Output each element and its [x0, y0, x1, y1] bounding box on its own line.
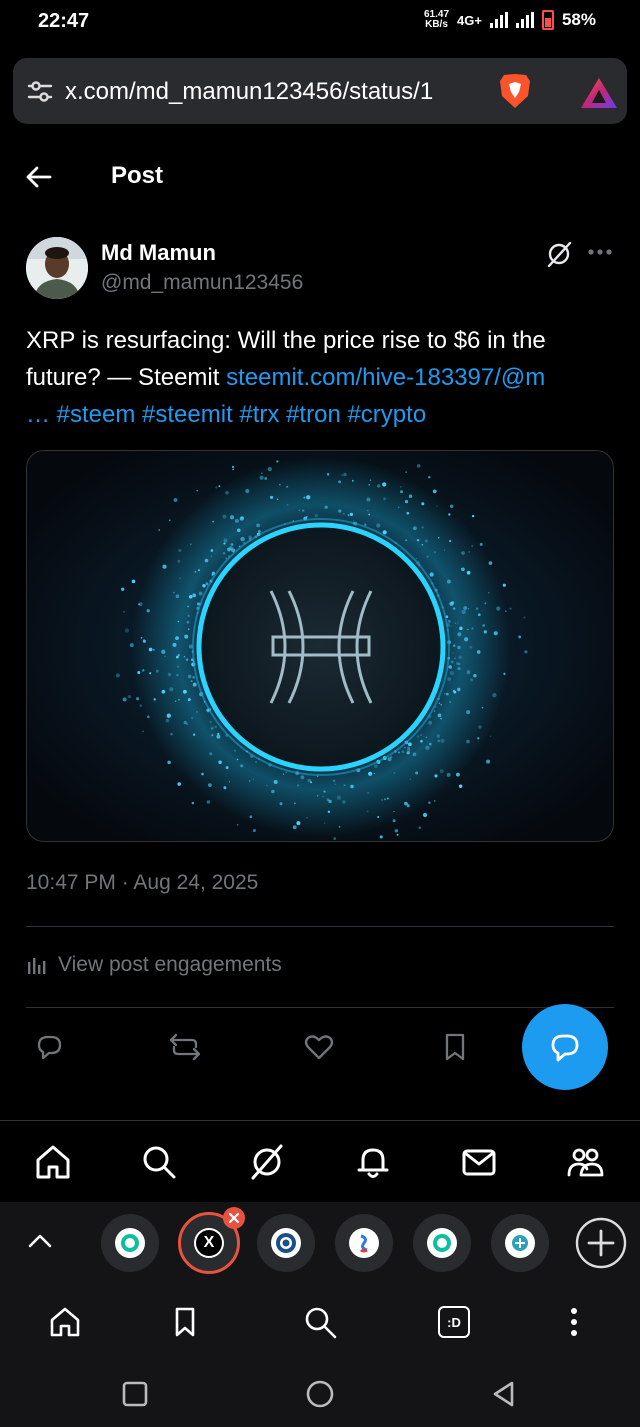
brave-rewards-icon[interactable] [579, 76, 619, 110]
grok-icon [251, 1144, 283, 1180]
nav-grok[interactable] [246, 1141, 288, 1183]
network-speed: 61.47 KB/s [424, 9, 450, 30]
browser-bottom-bar: :D [0, 1284, 640, 1360]
home-icon [36, 1145, 70, 1179]
compose-icon [551, 1034, 579, 1062]
analytics-icon [28, 958, 46, 974]
browser-menu-button[interactable] [554, 1302, 594, 1342]
mail-icon [462, 1149, 496, 1176]
hive-logo-image [27, 451, 613, 841]
compose-reply-button[interactable] [522, 1004, 608, 1090]
like-button[interactable] [297, 1025, 341, 1069]
post-hashtags[interactable]: … #steem #steemit #trx #tron #crypto [26, 401, 426, 428]
home-button[interactable] [304, 1378, 336, 1410]
browser-home-button[interactable] [45, 1302, 85, 1342]
nav-notifications[interactable] [352, 1141, 394, 1183]
circle-icon [306, 1380, 334, 1408]
reply-button[interactable] [27, 1025, 71, 1069]
more-horizontal-icon[interactable] [587, 246, 613, 258]
browser-search-button[interactable] [300, 1302, 340, 1342]
repost-icon [169, 1033, 201, 1061]
post-timestamp: 10:47 PM · Aug 24, 2025 [26, 871, 259, 894]
post-image[interactable] [26, 450, 614, 842]
browser-tab[interactable] [335, 1214, 393, 1272]
nav-home[interactable] [32, 1141, 74, 1183]
back-button[interactable] [488, 1378, 520, 1410]
site-settings-icon[interactable] [27, 78, 53, 104]
reply-icon [37, 1035, 62, 1060]
browser-tabs-button[interactable]: :D [434, 1302, 474, 1342]
more-vertical-icon [571, 1308, 577, 1336]
collapse-tabs-button[interactable] [26, 1228, 54, 1261]
triangle-back-icon [493, 1381, 514, 1407]
system-nav-bar [0, 1360, 640, 1427]
communities-icon [567, 1148, 604, 1177]
tab-favicon [427, 1228, 457, 1258]
heart-icon [304, 1035, 334, 1060]
page-title: Post [111, 162, 164, 189]
tab-favicon [115, 1228, 145, 1258]
url-bar[interactable]: x.com/md_mamun123456/status/1 [13, 58, 627, 124]
nav-search[interactable] [138, 1141, 180, 1183]
browser-tab[interactable] [413, 1214, 471, 1272]
tab-switcher-icon: :D [438, 1306, 470, 1338]
app-bottom-nav [0, 1120, 640, 1202]
nav-communities[interactable] [564, 1141, 606, 1183]
steem-favicon [271, 1228, 301, 1258]
tab-favicon [349, 1228, 379, 1258]
plus-icon [575, 1217, 627, 1269]
nav-messages[interactable] [458, 1141, 500, 1183]
post-header: Post [0, 136, 640, 216]
browser-tab[interactable] [491, 1214, 549, 1272]
divider [26, 1007, 614, 1008]
battery-icon [541, 10, 554, 30]
signal-icon [489, 12, 508, 28]
bookmark-button[interactable] [433, 1025, 477, 1069]
arrow-left-icon[interactable] [24, 162, 54, 192]
author-name[interactable]: Md Mamun [101, 240, 216, 266]
engagements-label: View post engagements [58, 953, 282, 976]
status-time: 22:47 [38, 10, 90, 32]
status-bar: 22:47 61.47 KB/s 4G+ 58% [0, 0, 640, 52]
bookmark-icon [445, 1033, 465, 1061]
url-text[interactable]: x.com/md_mamun123456/status/1 [65, 78, 495, 106]
square-icon [122, 1381, 148, 1407]
brave-shields-icon[interactable] [497, 72, 533, 110]
new-tab-button[interactable] [574, 1216, 628, 1270]
avatar[interactable] [26, 237, 88, 299]
close-tab-icon[interactable] [223, 1207, 245, 1229]
browser-tab-active[interactable]: X [178, 1207, 245, 1274]
post-text: XRP is resurfacing: Will the price rise … [26, 322, 616, 433]
repost-button[interactable] [163, 1025, 207, 1069]
view-engagements-link[interactable]: View post engagements [26, 953, 282, 977]
search-icon [305, 1307, 337, 1339]
browser-toolbar: x.com/md_mamun123456/status/1 [0, 52, 640, 136]
browser-tab[interactable] [257, 1214, 315, 1272]
battery-percent: 58% [561, 10, 596, 29]
recents-button[interactable] [119, 1378, 151, 1410]
network-type: 4G+ [457, 12, 482, 28]
signal-icon [515, 12, 534, 28]
bell-icon [357, 1148, 389, 1178]
browser-tab-strip: X [0, 1202, 640, 1284]
bookmark-icon [175, 1307, 195, 1337]
author-handle[interactable]: @md_mamun123456 [101, 271, 303, 295]
status-indicators: 61.47 KB/s 4G+ 58% [424, 10, 596, 30]
chevron-up-icon [28, 1234, 52, 1248]
x-favicon: X [194, 1228, 224, 1258]
grok-icon[interactable] [545, 240, 573, 268]
browser-tab[interactable] [101, 1214, 159, 1272]
browser-bookmarks-button[interactable] [165, 1302, 205, 1342]
home-icon [50, 1307, 80, 1337]
post-link[interactable]: steemit.com/hive-183397/@m [226, 364, 545, 391]
search-icon [143, 1146, 176, 1179]
tab-favicon [505, 1228, 535, 1258]
divider [26, 926, 614, 927]
